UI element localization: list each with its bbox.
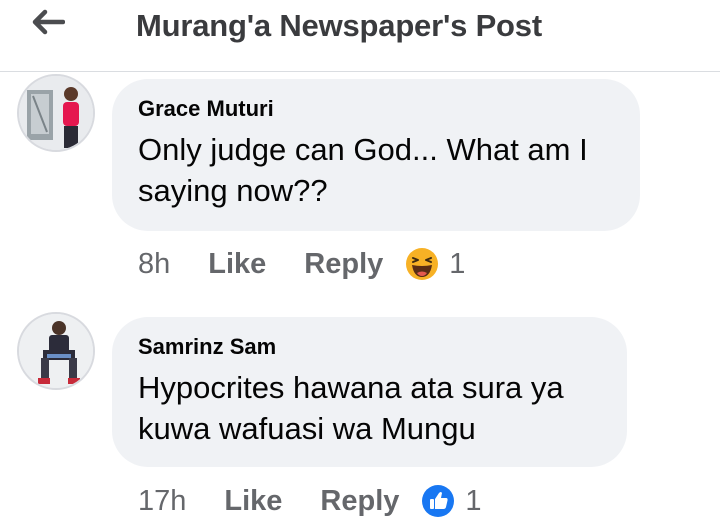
reaction-summary[interactable]: 1 bbox=[405, 247, 465, 281]
reaction-count: 1 bbox=[449, 247, 466, 280]
avatar[interactable] bbox=[17, 74, 95, 152]
profile-photo bbox=[19, 76, 93, 150]
back-button[interactable] bbox=[28, 6, 68, 38]
top-bar: Murang'a Newspaper's Post bbox=[0, 0, 720, 72]
comment-text-line: Only judge can God... What am I bbox=[138, 132, 588, 167]
reaction-summary[interactable]: 1 bbox=[421, 484, 482, 518]
comment-bubble[interactable]: Samrinz Sam Hypocrites hawana ata sura y… bbox=[112, 317, 627, 467]
like-button[interactable]: Like bbox=[224, 485, 282, 518]
comment-text-line: saying now?? bbox=[138, 173, 328, 208]
comment-actions: 8h Like Reply 1 bbox=[138, 247, 465, 281]
comment-author[interactable]: Samrinz Sam bbox=[138, 333, 603, 361]
thumbs-up-icon bbox=[421, 484, 455, 518]
back-arrow-icon bbox=[32, 9, 65, 35]
profile-photo bbox=[19, 314, 93, 388]
page-title: Murang'a Newspaper's Post bbox=[136, 8, 542, 43]
comment-text: Hypocrites hawana ata sura ya kuwa wafua… bbox=[138, 367, 603, 449]
reaction-count: 1 bbox=[465, 484, 482, 517]
reply-button[interactable]: Reply bbox=[320, 485, 399, 518]
comment-timestamp[interactable]: 17h bbox=[138, 485, 186, 518]
laughing-emoji-icon bbox=[405, 247, 439, 281]
avatar[interactable] bbox=[17, 312, 95, 390]
comment-timestamp[interactable]: 8h bbox=[138, 248, 170, 281]
comment-text-line: kuwa wafuasi wa Mungu bbox=[138, 411, 476, 446]
comment-bubble[interactable]: Grace Muturi Only judge can God... What … bbox=[112, 79, 640, 231]
reply-button[interactable]: Reply bbox=[304, 248, 383, 281]
comment-actions: 17h Like Reply 1 bbox=[138, 484, 482, 518]
comment-author[interactable]: Grace Muturi bbox=[138, 95, 616, 123]
comment-text-line: Hypocrites hawana ata sura ya bbox=[138, 370, 564, 405]
comment-text: Only judge can God... What am I saying n… bbox=[138, 129, 616, 211]
like-button[interactable]: Like bbox=[208, 248, 266, 281]
